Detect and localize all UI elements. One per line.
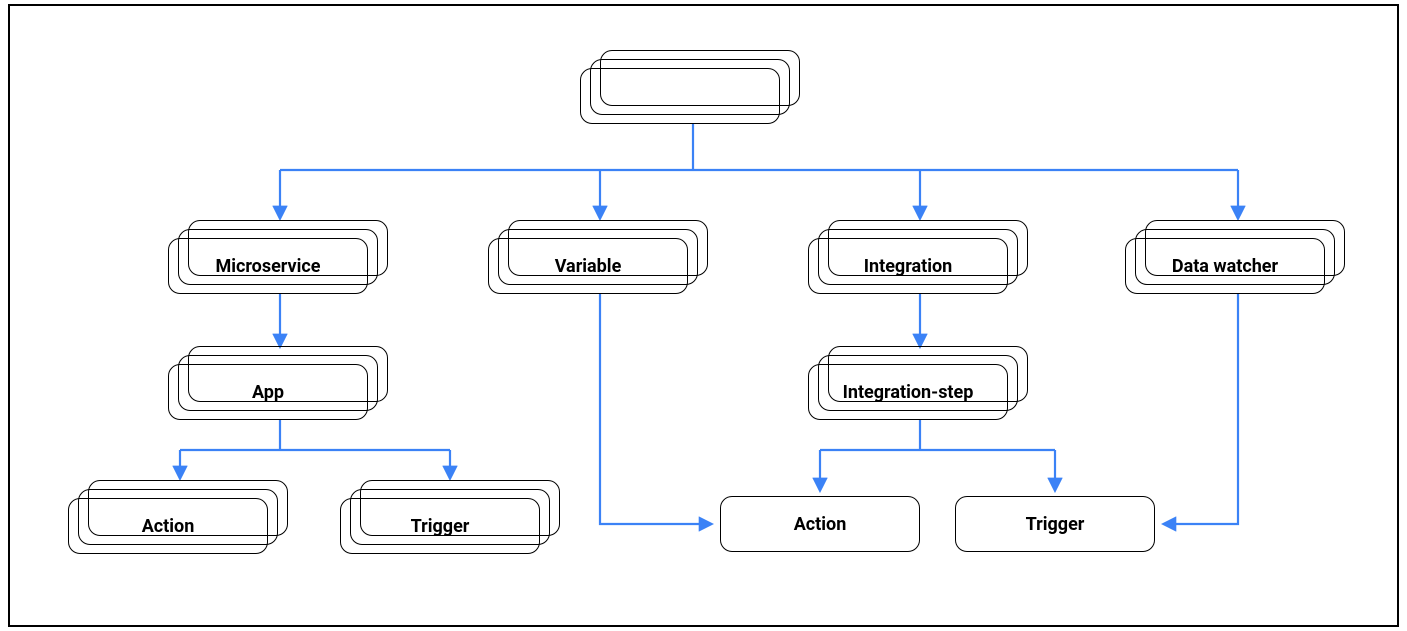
node-label: Data watcher: [1172, 256, 1278, 277]
node-label: Variable: [555, 256, 622, 277]
node-label: Trigger: [411, 516, 470, 537]
node-label: Microservice: [215, 256, 320, 277]
node-label: Action: [142, 516, 195, 537]
diagram-frame: Environment Microservice Variable Integr…: [0, 0, 1407, 631]
node-label: Environment: [629, 86, 731, 107]
node-label: App: [252, 382, 284, 403]
node-label: Trigger: [1026, 514, 1085, 535]
node-label: Action: [794, 514, 847, 535]
node-label: Integration: [864, 256, 953, 277]
node-label: Integration-step: [843, 382, 974, 403]
